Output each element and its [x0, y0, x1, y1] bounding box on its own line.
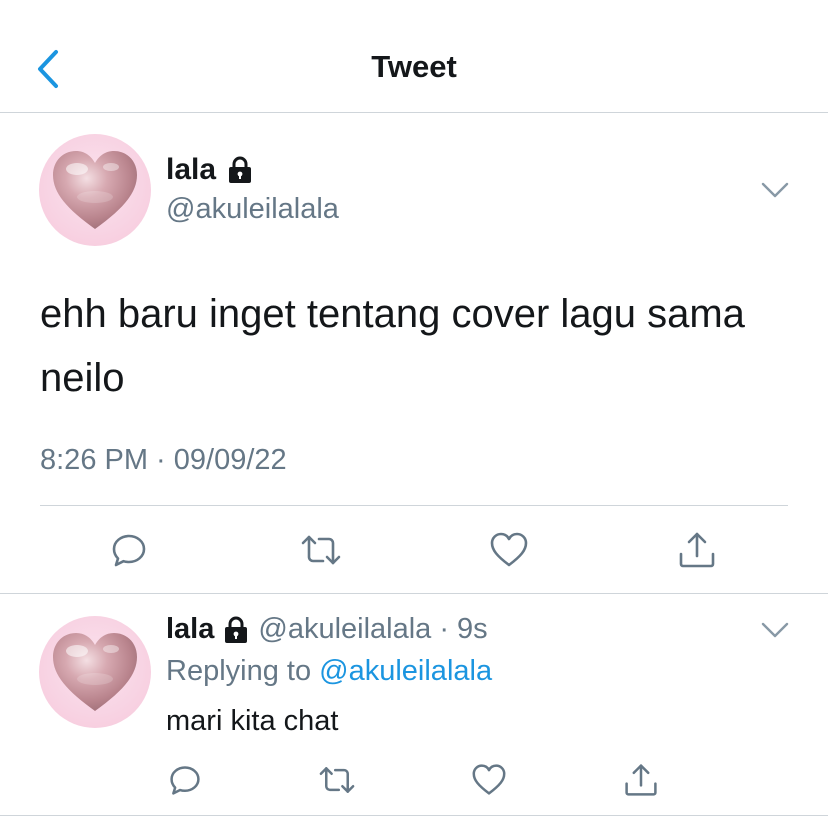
heart-avatar-image: [53, 633, 137, 711]
lock-icon: [225, 616, 248, 643]
divider: [0, 815, 828, 816]
reply-icon: [170, 766, 200, 795]
retweet-button[interactable]: [314, 757, 360, 803]
reply-header: lala @akuleilalala · 9s: [166, 613, 488, 646]
replying-to-label: Replying to: [166, 655, 312, 687]
tweet-actions: [0, 527, 828, 573]
reply-icon: [112, 534, 146, 567]
separator-dot: ·: [439, 613, 449, 645]
chevron-down-icon: [761, 182, 789, 198]
replying-to-link[interactable]: @akuleilalala: [319, 655, 492, 687]
tweet-detail-screen: Tweet lala @akuleilalala ehh baru inget …: [0, 0, 828, 817]
top-nav: Tweet: [0, 0, 828, 113]
user-handle[interactable]: @akuleilalala: [258, 613, 431, 646]
divider: [40, 505, 788, 506]
heart-avatar-image: [53, 151, 137, 229]
share-button[interactable]: [674, 527, 720, 573]
retweet-button[interactable]: [298, 527, 344, 573]
avatar[interactable]: [39, 134, 151, 246]
replying-to: Replying to @akuleilalala: [166, 655, 492, 688]
like-icon: [490, 532, 528, 567]
display-name[interactable]: lala: [166, 153, 254, 187]
divider: [0, 593, 828, 594]
display-name[interactable]: lala: [166, 613, 214, 646]
chevron-down-icon: [761, 622, 789, 638]
retweet-icon: [319, 767, 355, 793]
like-icon: [472, 764, 506, 795]
retweet-icon: [301, 535, 341, 565]
avatar[interactable]: [39, 616, 151, 728]
more-options-button[interactable]: [760, 180, 790, 200]
share-button[interactable]: [618, 757, 664, 803]
page-title: Tweet: [371, 49, 457, 84]
tweet-time-ago[interactable]: 9s: [457, 613, 488, 646]
tweet-text: ehh baru inget tentang cover lagu sama n…: [40, 292, 745, 400]
like-button[interactable]: [486, 527, 532, 573]
tweet-timestamp[interactable]: 8:26 PM · 09/09/22: [40, 444, 287, 477]
reply-button[interactable]: [162, 757, 208, 803]
display-name-text: lala: [166, 153, 217, 186]
more-options-button[interactable]: [760, 620, 790, 640]
like-button[interactable]: [466, 757, 512, 803]
share-icon: [679, 532, 715, 568]
lock-icon: [229, 156, 252, 183]
reply-text: mari kita chat: [166, 705, 339, 737]
reply-button[interactable]: [106, 527, 152, 573]
user-handle[interactable]: @akuleilalala: [166, 193, 339, 226]
share-icon: [625, 764, 657, 796]
